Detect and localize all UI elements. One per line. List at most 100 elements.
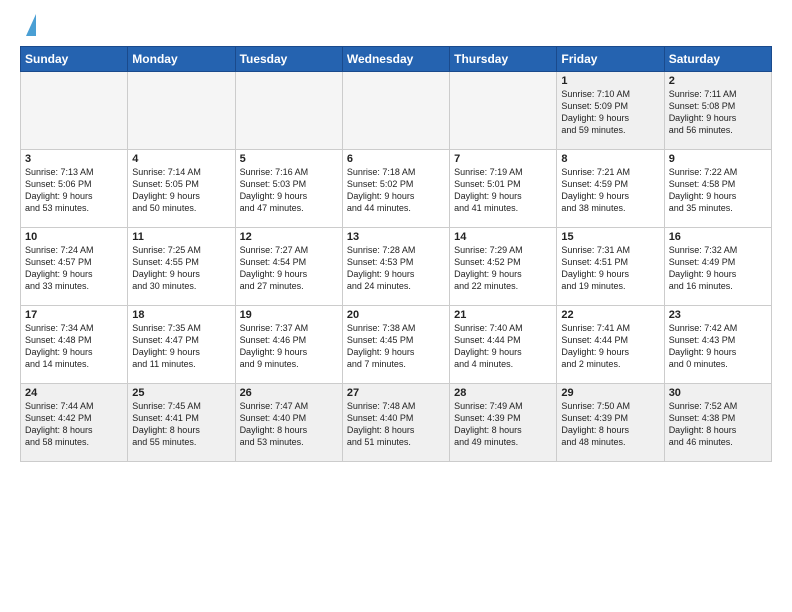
calendar-table: SundayMondayTuesdayWednesdayThursdayFrid… — [20, 46, 772, 462]
day-number: 10 — [25, 231, 123, 243]
day-info: Sunrise: 7:27 AMSunset: 4:54 PMDaylight:… — [240, 244, 338, 293]
day-number: 29 — [561, 387, 659, 399]
header-row — [20, 16, 772, 36]
day-number: 26 — [240, 387, 338, 399]
calendar-cell: 11Sunrise: 7:25 AMSunset: 4:55 PMDayligh… — [128, 228, 235, 306]
day-info: Sunrise: 7:41 AMSunset: 4:44 PMDaylight:… — [561, 322, 659, 371]
day-number: 15 — [561, 231, 659, 243]
calendar-cell — [21, 72, 128, 150]
day-info: Sunrise: 7:49 AMSunset: 4:39 PMDaylight:… — [454, 400, 552, 449]
day-info: Sunrise: 7:45 AMSunset: 4:41 PMDaylight:… — [132, 400, 230, 449]
calendar-cell: 28Sunrise: 7:49 AMSunset: 4:39 PMDayligh… — [450, 384, 557, 462]
day-info: Sunrise: 7:48 AMSunset: 4:40 PMDaylight:… — [347, 400, 445, 449]
day-info: Sunrise: 7:34 AMSunset: 4:48 PMDaylight:… — [25, 322, 123, 371]
week-row-1: 1Sunrise: 7:10 AMSunset: 5:09 PMDaylight… — [21, 72, 772, 150]
logo — [20, 20, 36, 36]
calendar-cell: 19Sunrise: 7:37 AMSunset: 4:46 PMDayligh… — [235, 306, 342, 384]
week-row-3: 10Sunrise: 7:24 AMSunset: 4:57 PMDayligh… — [21, 228, 772, 306]
calendar-cell: 14Sunrise: 7:29 AMSunset: 4:52 PMDayligh… — [450, 228, 557, 306]
day-number: 17 — [25, 309, 123, 321]
day-info: Sunrise: 7:40 AMSunset: 4:44 PMDaylight:… — [454, 322, 552, 371]
day-info: Sunrise: 7:28 AMSunset: 4:53 PMDaylight:… — [347, 244, 445, 293]
page: SundayMondayTuesdayWednesdayThursdayFrid… — [0, 0, 792, 472]
day-number: 3 — [25, 153, 123, 165]
calendar-cell: 21Sunrise: 7:40 AMSunset: 4:44 PMDayligh… — [450, 306, 557, 384]
day-info: Sunrise: 7:18 AMSunset: 5:02 PMDaylight:… — [347, 166, 445, 215]
calendar-cell — [450, 72, 557, 150]
day-info: Sunrise: 7:24 AMSunset: 4:57 PMDaylight:… — [25, 244, 123, 293]
day-number: 16 — [669, 231, 767, 243]
calendar-cell — [235, 72, 342, 150]
calendar-cell: 22Sunrise: 7:41 AMSunset: 4:44 PMDayligh… — [557, 306, 664, 384]
calendar-cell: 25Sunrise: 7:45 AMSunset: 4:41 PMDayligh… — [128, 384, 235, 462]
calendar-cell: 20Sunrise: 7:38 AMSunset: 4:45 PMDayligh… — [342, 306, 449, 384]
calendar-cell: 5Sunrise: 7:16 AMSunset: 5:03 PMDaylight… — [235, 150, 342, 228]
day-number: 18 — [132, 309, 230, 321]
day-info: Sunrise: 7:10 AMSunset: 5:09 PMDaylight:… — [561, 88, 659, 137]
calendar-cell: 23Sunrise: 7:42 AMSunset: 4:43 PMDayligh… — [664, 306, 771, 384]
day-info: Sunrise: 7:11 AMSunset: 5:08 PMDaylight:… — [669, 88, 767, 137]
calendar-cell: 16Sunrise: 7:32 AMSunset: 4:49 PMDayligh… — [664, 228, 771, 306]
day-info: Sunrise: 7:13 AMSunset: 5:06 PMDaylight:… — [25, 166, 123, 215]
day-number: 9 — [669, 153, 767, 165]
day-info: Sunrise: 7:52 AMSunset: 4:38 PMDaylight:… — [669, 400, 767, 449]
day-number: 30 — [669, 387, 767, 399]
calendar-cell: 13Sunrise: 7:28 AMSunset: 4:53 PMDayligh… — [342, 228, 449, 306]
day-info: Sunrise: 7:25 AMSunset: 4:55 PMDaylight:… — [132, 244, 230, 293]
day-number: 27 — [347, 387, 445, 399]
day-info: Sunrise: 7:37 AMSunset: 4:46 PMDaylight:… — [240, 322, 338, 371]
week-row-2: 3Sunrise: 7:13 AMSunset: 5:06 PMDaylight… — [21, 150, 772, 228]
calendar-cell: 26Sunrise: 7:47 AMSunset: 4:40 PMDayligh… — [235, 384, 342, 462]
calendar-cell — [128, 72, 235, 150]
day-number: 20 — [347, 309, 445, 321]
day-info: Sunrise: 7:14 AMSunset: 5:05 PMDaylight:… — [132, 166, 230, 215]
day-number: 8 — [561, 153, 659, 165]
day-info: Sunrise: 7:22 AMSunset: 4:58 PMDaylight:… — [669, 166, 767, 215]
day-info: Sunrise: 7:16 AMSunset: 5:03 PMDaylight:… — [240, 166, 338, 215]
day-number: 23 — [669, 309, 767, 321]
day-info: Sunrise: 7:19 AMSunset: 5:01 PMDaylight:… — [454, 166, 552, 215]
day-info: Sunrise: 7:47 AMSunset: 4:40 PMDaylight:… — [240, 400, 338, 449]
weekday-header-tuesday: Tuesday — [235, 47, 342, 72]
day-info: Sunrise: 7:44 AMSunset: 4:42 PMDaylight:… — [25, 400, 123, 449]
weekday-header-thursday: Thursday — [450, 47, 557, 72]
day-number: 11 — [132, 231, 230, 243]
calendar-cell: 4Sunrise: 7:14 AMSunset: 5:05 PMDaylight… — [128, 150, 235, 228]
weekday-header-row: SundayMondayTuesdayWednesdayThursdayFrid… — [21, 47, 772, 72]
weekday-header-friday: Friday — [557, 47, 664, 72]
calendar-cell: 3Sunrise: 7:13 AMSunset: 5:06 PMDaylight… — [21, 150, 128, 228]
day-info: Sunrise: 7:32 AMSunset: 4:49 PMDaylight:… — [669, 244, 767, 293]
calendar-cell: 6Sunrise: 7:18 AMSunset: 5:02 PMDaylight… — [342, 150, 449, 228]
day-number: 4 — [132, 153, 230, 165]
week-row-5: 24Sunrise: 7:44 AMSunset: 4:42 PMDayligh… — [21, 384, 772, 462]
calendar-cell: 27Sunrise: 7:48 AMSunset: 4:40 PMDayligh… — [342, 384, 449, 462]
day-number: 2 — [669, 75, 767, 87]
day-number: 13 — [347, 231, 445, 243]
calendar-cell: 7Sunrise: 7:19 AMSunset: 5:01 PMDaylight… — [450, 150, 557, 228]
calendar-cell: 12Sunrise: 7:27 AMSunset: 4:54 PMDayligh… — [235, 228, 342, 306]
day-number: 21 — [454, 309, 552, 321]
day-info: Sunrise: 7:42 AMSunset: 4:43 PMDaylight:… — [669, 322, 767, 371]
calendar-cell — [342, 72, 449, 150]
weekday-header-wednesday: Wednesday — [342, 47, 449, 72]
day-info: Sunrise: 7:21 AMSunset: 4:59 PMDaylight:… — [561, 166, 659, 215]
day-number: 25 — [132, 387, 230, 399]
day-info: Sunrise: 7:38 AMSunset: 4:45 PMDaylight:… — [347, 322, 445, 371]
day-number: 28 — [454, 387, 552, 399]
logo-arrow-icon — [26, 14, 36, 36]
day-info: Sunrise: 7:29 AMSunset: 4:52 PMDaylight:… — [454, 244, 552, 293]
day-info: Sunrise: 7:50 AMSunset: 4:39 PMDaylight:… — [561, 400, 659, 449]
calendar-cell: 18Sunrise: 7:35 AMSunset: 4:47 PMDayligh… — [128, 306, 235, 384]
calendar-cell: 2Sunrise: 7:11 AMSunset: 5:08 PMDaylight… — [664, 72, 771, 150]
day-number: 1 — [561, 75, 659, 87]
day-number: 6 — [347, 153, 445, 165]
weekday-header-saturday: Saturday — [664, 47, 771, 72]
weekday-header-monday: Monday — [128, 47, 235, 72]
day-number: 7 — [454, 153, 552, 165]
day-number: 19 — [240, 309, 338, 321]
calendar-cell: 29Sunrise: 7:50 AMSunset: 4:39 PMDayligh… — [557, 384, 664, 462]
calendar-cell: 15Sunrise: 7:31 AMSunset: 4:51 PMDayligh… — [557, 228, 664, 306]
calendar-cell: 17Sunrise: 7:34 AMSunset: 4:48 PMDayligh… — [21, 306, 128, 384]
day-number: 24 — [25, 387, 123, 399]
calendar-cell: 9Sunrise: 7:22 AMSunset: 4:58 PMDaylight… — [664, 150, 771, 228]
